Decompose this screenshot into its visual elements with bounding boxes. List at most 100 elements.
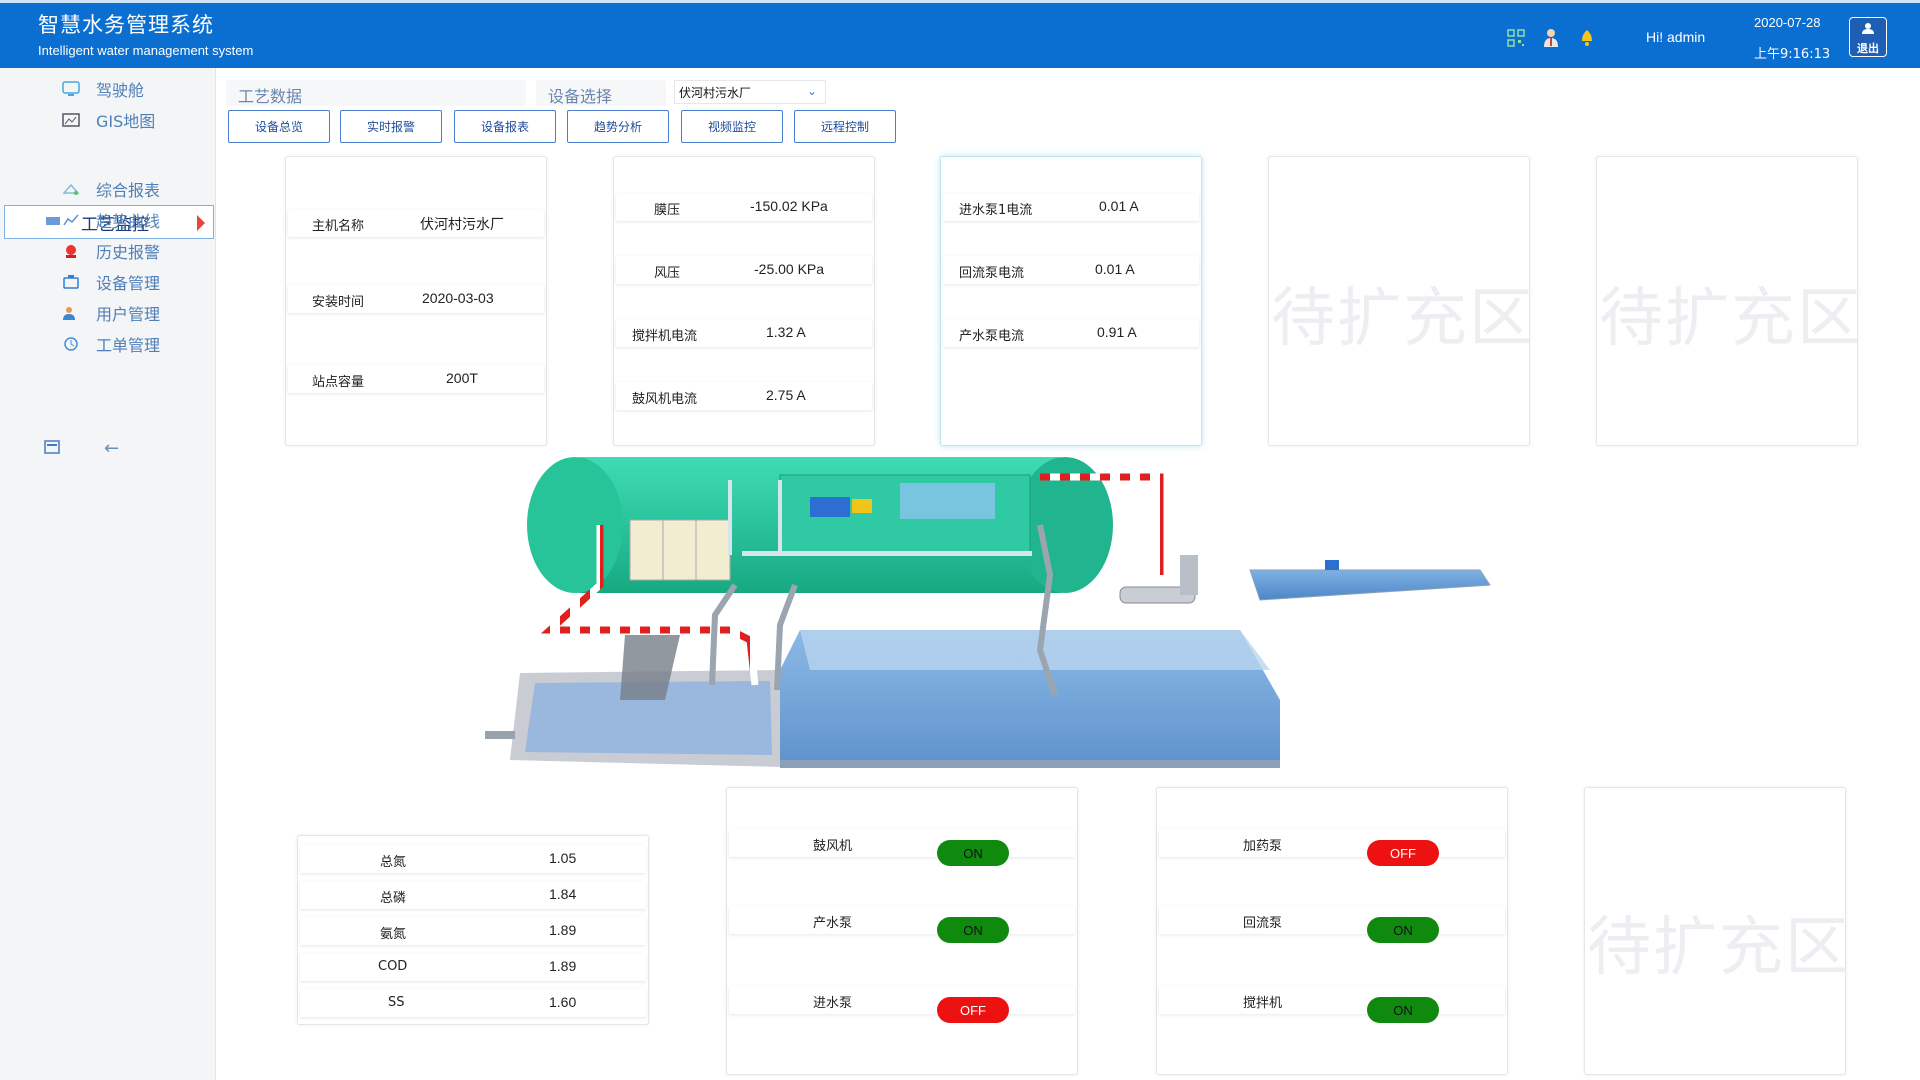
placeholder-watermark: 待扩充区 bbox=[1271, 282, 1530, 356]
pump-row: 产水泵电流 0.91 A bbox=[943, 319, 1199, 347]
sidebar-item-trend[interactable]: 趋势曲线 bbox=[60, 205, 160, 235]
quality-value: 1.89 bbox=[549, 922, 577, 938]
pressure-value: -150.02 KPa bbox=[750, 198, 828, 214]
sidebar: 驾驶舱 GIS地图 工艺监控 综合报表 趋势曲线 历史报警 设备管理 用户管理 … bbox=[0, 68, 216, 1080]
device-select-dropdown[interactable]: 伏河村污水厂 ⌄ bbox=[674, 80, 826, 104]
outlet-channel bbox=[1249, 560, 1491, 601]
sidebar-item-label: 设备管理 bbox=[96, 274, 161, 293]
pressure-value: -25.00 KPa bbox=[754, 261, 825, 277]
pump-label: 回流泵电流 bbox=[959, 266, 1025, 281]
sidebar-item-label: 趋势曲线 bbox=[96, 212, 161, 231]
placeholder-card: 待扩充区 bbox=[1596, 156, 1858, 446]
status-label: 回流泵 bbox=[1243, 916, 1283, 931]
quality-row: SS 1.60 bbox=[300, 989, 646, 1017]
pump-row: 回流泵电流 0.01 A bbox=[943, 256, 1199, 284]
pump-label: 进水泵1电流 bbox=[959, 203, 1033, 218]
return-pump-status-toggle[interactable]: ON bbox=[1367, 917, 1439, 943]
pressure-row: 膜压 -150.02 KPa bbox=[616, 193, 872, 221]
bell-icon[interactable] bbox=[1576, 27, 1598, 49]
device-report-button[interactable]: 设备报表 bbox=[454, 110, 556, 143]
quality-value: 1.05 bbox=[549, 850, 577, 866]
placeholder-watermark: 待扩充区 bbox=[1587, 911, 1846, 985]
realtime-alarm-button[interactable]: 实时报警 bbox=[340, 110, 442, 143]
blower-status-toggle[interactable]: ON bbox=[937, 840, 1009, 866]
sidebar-item-report[interactable]: 综合报表 bbox=[60, 174, 160, 204]
dosing-pump-status-toggle[interactable]: OFF bbox=[1367, 840, 1439, 866]
video-monitor-button[interactable]: 视频监控 bbox=[681, 110, 783, 143]
info-label: 安装时间 bbox=[312, 295, 365, 310]
overview-button[interactable]: 设备总览 bbox=[228, 110, 330, 143]
sidebar-item-workorder[interactable]: 工单管理 bbox=[60, 329, 160, 359]
sidebar-item-dashboard[interactable]: 驾驶舱 bbox=[60, 74, 144, 104]
process-data-tab[interactable]: 工艺数据 bbox=[226, 80, 526, 106]
sidebar-item-label: 综合报表 bbox=[96, 181, 161, 200]
pressure-row: 鼓风机电流 2.75 A bbox=[616, 382, 872, 410]
sidebar-item-label: 工单管理 bbox=[96, 336, 161, 355]
quality-row: 氨氮 1.89 bbox=[300, 917, 646, 945]
status-row: 鼓风机 bbox=[729, 829, 1075, 857]
sidebar-item-gis[interactable]: GIS地图 bbox=[60, 105, 155, 135]
inlet-pump-status-toggle[interactable]: OFF bbox=[937, 997, 1009, 1023]
device-selected-value: 伏河村污水厂 bbox=[679, 85, 752, 100]
equipment-status-card: 加药泵 OFF 回流泵 ON 搅拌机 ON bbox=[1156, 787, 1508, 1075]
chevron-down-icon: ⌄ bbox=[806, 84, 817, 98]
app-title: 智慧水务管理系统 bbox=[38, 13, 214, 37]
status-row: 加药泵 bbox=[1159, 829, 1505, 857]
header-time: 上午9:16:13 bbox=[1754, 47, 1831, 62]
app-subtitle: Intelligent water management system bbox=[38, 43, 254, 58]
pump-row: 进水泵1电流 0.01 A bbox=[943, 193, 1199, 221]
pressure-value: 2.75 A bbox=[766, 387, 806, 403]
info-value: 伏河村污水厂 bbox=[420, 216, 504, 232]
info-row: 主机名称 伏河村污水厂 bbox=[288, 209, 544, 237]
equipment-status-card: 鼓风机 ON 产水泵 ON 进水泵 OFF bbox=[726, 787, 1078, 1075]
header-date: 2020-07-28 bbox=[1754, 15, 1821, 30]
quality-label: 总磷 bbox=[380, 891, 407, 906]
status-row: 进水泵 bbox=[729, 986, 1075, 1014]
info-row: 站点容量 200T bbox=[288, 365, 544, 393]
pump-value: 0.91 A bbox=[1097, 324, 1137, 340]
quality-label: 总氮 bbox=[380, 855, 407, 870]
users-icon bbox=[60, 302, 82, 324]
placeholder-card: 待扩充区 bbox=[1584, 787, 1846, 1075]
pressure-row: 风压 -25.00 KPa bbox=[616, 256, 872, 284]
status-label: 搅拌机 bbox=[1243, 996, 1283, 1011]
pump-current-card: 进水泵1电流 0.01 A 回流泵电流 0.01 A 产水泵电流 0.91 A bbox=[940, 156, 1202, 446]
quality-row: 总磷 1.84 bbox=[300, 881, 646, 909]
logout-button[interactable]: 退出 bbox=[1849, 17, 1887, 57]
mixer-status-toggle[interactable]: ON bbox=[1367, 997, 1439, 1023]
dashboard-icon bbox=[60, 78, 82, 100]
quality-label: 氨氮 bbox=[380, 927, 407, 942]
device-select-tab: 设备选择 bbox=[536, 80, 666, 106]
quality-value: 1.84 bbox=[549, 886, 577, 902]
device-select-label: 设备选择 bbox=[548, 87, 613, 106]
host-info-card: 主机名称 伏河村污水厂 安装时间 2020-03-03 站点容量 200T bbox=[285, 156, 547, 446]
collapse-row: ← bbox=[44, 438, 119, 459]
qr-code-icon[interactable] bbox=[1505, 27, 1527, 49]
sidebar-item-label: 历史报警 bbox=[96, 243, 161, 262]
info-value: 2020-03-03 bbox=[422, 290, 494, 306]
remote-control-button[interactable]: 远程控制 bbox=[794, 110, 896, 143]
sidebar-item-alarm-history[interactable]: 历史报警 bbox=[60, 236, 160, 266]
integrated-tank bbox=[527, 457, 1113, 593]
device-icon bbox=[60, 271, 82, 293]
process-data-label: 工艺数据 bbox=[238, 87, 303, 106]
sidebar-item-user-mgmt[interactable]: 用户管理 bbox=[60, 298, 160, 328]
placeholder-watermark: 待扩充区 bbox=[1599, 282, 1858, 356]
status-label: 加药泵 bbox=[1243, 839, 1283, 854]
water-quality-card: 总氮 1.05 总磷 1.84 氨氮 1.89 COD 1.89 SS 1.60 bbox=[297, 835, 649, 1025]
sidebar-item-device-mgmt[interactable]: 设备管理 bbox=[60, 267, 160, 297]
logout-icon bbox=[1861, 19, 1875, 38]
sidebar-item-label: GIS地图 bbox=[96, 112, 156, 131]
pressure-value: 1.32 A bbox=[766, 324, 806, 340]
user-greeting: Hi! admin bbox=[1646, 29, 1706, 45]
trend-analysis-button[interactable]: 趋势分析 bbox=[567, 110, 669, 143]
placeholder-card: 待扩充区 bbox=[1268, 156, 1530, 446]
product-pump-status-toggle[interactable]: ON bbox=[937, 917, 1009, 943]
collapse-arrow-icon[interactable]: ← bbox=[104, 438, 119, 459]
logout-label: 退出 bbox=[1857, 41, 1879, 55]
info-label: 主机名称 bbox=[312, 219, 365, 234]
user-icon[interactable] bbox=[1540, 27, 1562, 49]
menu-icon[interactable] bbox=[44, 439, 60, 458]
quality-value: 1.60 bbox=[549, 994, 577, 1010]
pump-label: 产水泵电流 bbox=[959, 329, 1025, 344]
